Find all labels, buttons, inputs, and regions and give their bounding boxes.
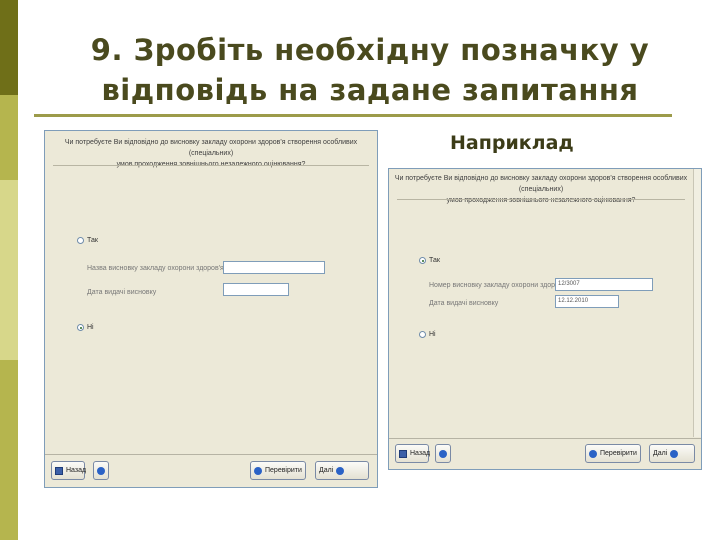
left-question-line-1: Чи потребуєте Ви відповідно до висновку … bbox=[64, 139, 358, 157]
example-label: Наприклад bbox=[450, 132, 574, 154]
right-scrollbar[interactable] bbox=[693, 169, 701, 437]
right-question-line-1: Чи потребуєте Ви відповідно до висновку … bbox=[394, 175, 688, 193]
left-next-label: Далі bbox=[319, 467, 334, 474]
right-form-window: Чи потребуєте Ви відповідно до висновку … bbox=[388, 168, 702, 470]
sidebar-block-3 bbox=[0, 180, 18, 360]
right-radio-no[interactable] bbox=[419, 331, 426, 338]
arrow-circle-icon bbox=[589, 449, 597, 458]
sidebar-block-2 bbox=[0, 95, 18, 180]
left-field1-label: Назва висновку закладу охорони здоров'я bbox=[87, 265, 224, 272]
left-form-window: Чи потребуєте Ви відповідно до висновку … bbox=[44, 130, 378, 488]
left-next-button[interactable]: Далі bbox=[315, 461, 369, 480]
right-back-label: Назад bbox=[410, 450, 431, 457]
left-audio-button[interactable] bbox=[93, 461, 109, 480]
left-field2-input[interactable] bbox=[223, 283, 289, 296]
arrow-circle-icon bbox=[254, 466, 262, 475]
disk-icon bbox=[55, 466, 63, 475]
speaker-icon bbox=[439, 449, 447, 458]
slide-title: 9. Зробіть необхідну позначку у відповід… bbox=[30, 30, 710, 110]
left-field1-input[interactable] bbox=[223, 261, 325, 274]
left-question-divider bbox=[53, 165, 369, 166]
right-toolbar: Назад Перевірити Далі bbox=[389, 438, 701, 469]
right-radio-no-label: Ні bbox=[429, 331, 436, 338]
right-radio-yes[interactable] bbox=[419, 257, 426, 264]
left-radio-yes-label: Так bbox=[87, 237, 98, 244]
left-back-label: Назад bbox=[66, 467, 87, 474]
left-field2-label: Дата видачі висновку bbox=[87, 289, 157, 296]
disk-icon bbox=[399, 449, 407, 458]
sidebar-block-1 bbox=[0, 0, 18, 95]
right-field2-label: Дата видачі висновку bbox=[429, 300, 499, 307]
right-field2-input[interactable]: 12.12.2010 bbox=[555, 295, 619, 308]
left-toolbar: Назад Перевірити Далі bbox=[45, 454, 377, 487]
sidebar-block-4 bbox=[0, 360, 18, 540]
right-next-label: Далі bbox=[653, 450, 668, 457]
right-field1-input[interactable]: 12/3007 bbox=[555, 278, 653, 291]
decorative-sidebar bbox=[0, 0, 18, 540]
right-question-line-2: умов проходження зовнішнього незалежного… bbox=[446, 197, 636, 204]
left-radio-no[interactable] bbox=[77, 324, 84, 331]
right-field1-label: Номер висновку закладу охорони здоров'я bbox=[429, 282, 568, 289]
slide-title-line-2: відповідь на задане запитання bbox=[101, 73, 639, 107]
left-radio-no-label: Ні bbox=[87, 324, 94, 331]
speaker-icon bbox=[97, 466, 105, 475]
right-question-divider bbox=[397, 199, 685, 200]
right-audio-button[interactable] bbox=[435, 444, 451, 463]
right-check-button[interactable]: Перевірити bbox=[585, 444, 641, 463]
right-question-text: Чи потребуєте Ви відповідно до висновку … bbox=[393, 173, 689, 206]
slide-title-line-1: 9. Зробіть необхідну позначку у bbox=[90, 33, 650, 67]
left-radio-yes[interactable] bbox=[77, 237, 84, 244]
right-back-button[interactable]: Назад bbox=[395, 444, 431, 463]
right-check-label: Перевірити bbox=[600, 450, 637, 457]
left-check-label: Перевірити bbox=[265, 467, 302, 474]
left-back-button[interactable]: Назад bbox=[51, 461, 87, 480]
title-divider bbox=[34, 114, 672, 117]
arrow-right-icon bbox=[336, 466, 345, 475]
right-radio-yes-label: Так bbox=[429, 257, 440, 264]
left-check-button[interactable]: Перевірити bbox=[250, 461, 306, 480]
arrow-right-icon bbox=[670, 449, 679, 458]
right-next-button[interactable]: Далі bbox=[649, 444, 695, 463]
